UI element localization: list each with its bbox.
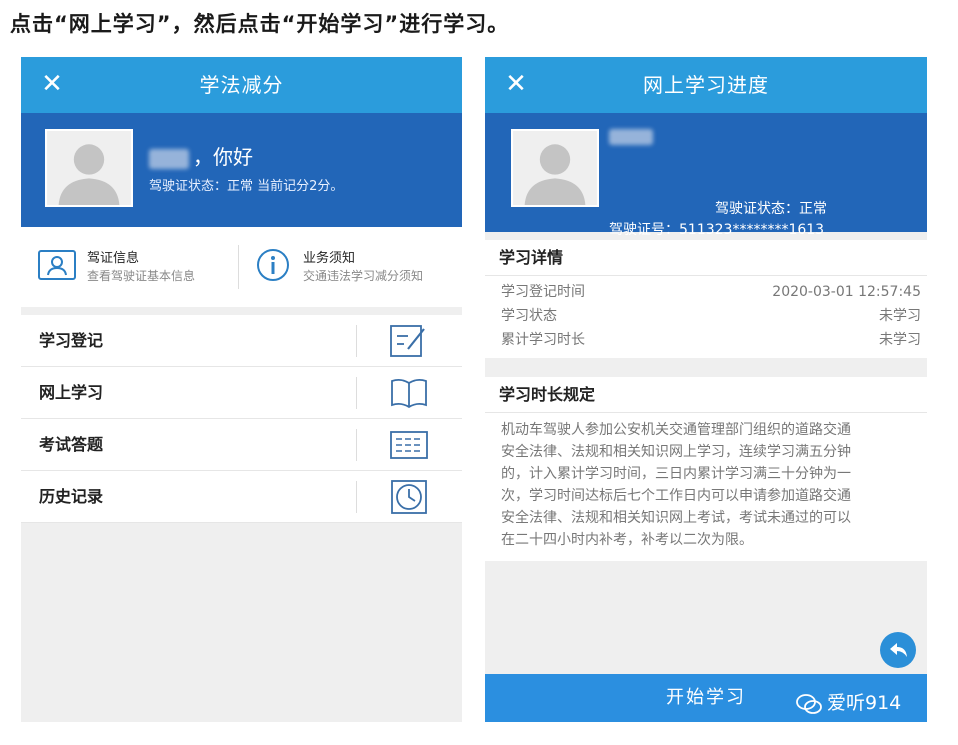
rule-line: 安全法律、法规和相关知识网上考试，考试未通过的可以 bbox=[501, 510, 851, 526]
license-status-text: 驾驶证状态：正常 当前记分2分。 bbox=[149, 179, 344, 194]
quick-link-title: 业务须知 bbox=[303, 251, 356, 266]
wechat-icon bbox=[795, 693, 823, 715]
watermark: 爱听914 bbox=[795, 688, 901, 716]
page-title: 学法减分 bbox=[199, 73, 284, 97]
profile-card: ，你好 驾驶证状态：正常 当前记分2分。 bbox=[21, 113, 462, 227]
greeting: ，你好 bbox=[149, 141, 253, 170]
watermark-text: 爱听914 bbox=[827, 692, 902, 714]
quick-link-subtitle: 查看驾驶证基本信息 bbox=[87, 269, 196, 283]
license-number-text: 驾驶证号：511323********1613 bbox=[609, 222, 825, 238]
menu-item-label: 网上学习 bbox=[39, 383, 104, 402]
menu-list: 学习登记 网上学习 考试答题 历史记录 bbox=[21, 315, 462, 523]
blurred-name bbox=[609, 129, 653, 145]
license-status-text: 驾驶证状态：正常 bbox=[715, 201, 827, 217]
menu-item-label: 考试答题 bbox=[39, 435, 104, 454]
section-title: 学习详情 bbox=[485, 240, 927, 276]
business-notice-link[interactable]: 业务须知 交通违法学习减分须知 bbox=[253, 247, 453, 287]
detail-value: 未学习 bbox=[879, 332, 921, 348]
menu-item-exam[interactable]: 考试答题 bbox=[21, 419, 462, 471]
right-screen: ✕ 网上学习进度 驾驶证状态：正常 驾驶证号：511323********161… bbox=[485, 57, 927, 722]
rule-line: 在二十四小时内补考，补考以二次为限。 bbox=[501, 532, 753, 548]
person-silhouette-icon bbox=[513, 131, 597, 205]
avatar bbox=[45, 129, 133, 207]
detail-row: 累计学习时长 未学习 bbox=[485, 328, 927, 352]
instruction-text: 点击“网上学习”，然后点击“开始学习”进行学习。 bbox=[10, 12, 510, 36]
id-card-icon bbox=[37, 247, 77, 283]
section-title: 学习时长规定 bbox=[485, 377, 927, 413]
quick-links: 驾证信息 查看驾驶证基本信息 业务须知 交通违法学习减分须知 bbox=[21, 227, 462, 307]
quick-link-subtitle: 交通违法学习减分须知 bbox=[303, 269, 424, 283]
page-title: 网上学习进度 bbox=[643, 73, 769, 97]
list-grid-icon bbox=[388, 427, 430, 463]
study-details-section: 学习详情 学习登记时间 2020-03-01 12:57:45 学习状态 未学习… bbox=[485, 240, 927, 358]
blurred-name bbox=[149, 148, 189, 169]
menu-item-online-study[interactable]: 网上学习 bbox=[21, 367, 462, 419]
top-bar: ✕ 网上学习进度 bbox=[485, 57, 927, 113]
rule-line: 次，学习时间达标后七个工作日内可以申请参加道路交通 bbox=[501, 488, 851, 504]
detail-key: 学习状态 bbox=[501, 308, 557, 324]
divider bbox=[356, 377, 357, 409]
detail-key: 学习登记时间 bbox=[501, 284, 585, 300]
detail-value: 未学习 bbox=[879, 308, 921, 324]
study-rules-section: 学习时长规定 机动车驾驶人参加公安机关交通管理部门组织的道路交通 安全法律、法规… bbox=[485, 377, 927, 561]
person-silhouette-icon bbox=[47, 131, 131, 205]
edit-form-icon bbox=[388, 323, 430, 359]
book-icon bbox=[388, 375, 430, 411]
avatar bbox=[511, 129, 599, 207]
menu-item-label: 历史记录 bbox=[39, 487, 104, 506]
menu-item-label: 学习登记 bbox=[39, 331, 104, 350]
back-arrow-icon[interactable] bbox=[880, 632, 916, 668]
divider bbox=[356, 429, 357, 461]
detail-value: 2020-03-01 12:57:45 bbox=[772, 284, 921, 300]
menu-item-history[interactable]: 历史记录 bbox=[21, 471, 462, 523]
rule-line: 安全法律、法规和相关知识网上学习，连续学习满五分钟 bbox=[501, 444, 851, 460]
clock-icon bbox=[388, 479, 430, 515]
divider bbox=[238, 245, 239, 289]
rule-line: 的，计入累计学习时间，三日内累计学习满三十分钟为一 bbox=[501, 466, 851, 482]
top-bar: ✕ 学法减分 bbox=[21, 57, 462, 113]
license-info-link[interactable]: 驾证信息 查看驾驶证基本信息 bbox=[37, 247, 227, 287]
rule-text: 机动车驾驶人参加公安机关交通管理部门组织的道路交通 安全法律、法规和相关知识网上… bbox=[485, 413, 927, 561]
detail-row: 学习状态 未学习 bbox=[485, 304, 927, 328]
greeting-text: ，你好 bbox=[193, 145, 253, 169]
detail-key: 累计学习时长 bbox=[501, 332, 585, 348]
menu-item-study-registration[interactable]: 学习登记 bbox=[21, 315, 462, 367]
divider bbox=[356, 481, 357, 513]
left-screen: ✕ 学法减分 ，你好 驾驶证状态：正常 当前记分2分。 驾证信息 查看驾驶证基本… bbox=[21, 57, 462, 722]
rule-line: 机动车驾驶人参加公安机关交通管理部门组织的道路交通 bbox=[501, 422, 851, 438]
divider bbox=[356, 325, 357, 357]
info-icon bbox=[253, 247, 293, 283]
license-card: 驾驶证状态：正常 驾驶证号：511323********1613 累计记分：3分… bbox=[485, 113, 927, 259]
quick-link-title: 驾证信息 bbox=[87, 251, 140, 266]
detail-row: 学习登记时间 2020-03-01 12:57:45 bbox=[485, 280, 927, 304]
